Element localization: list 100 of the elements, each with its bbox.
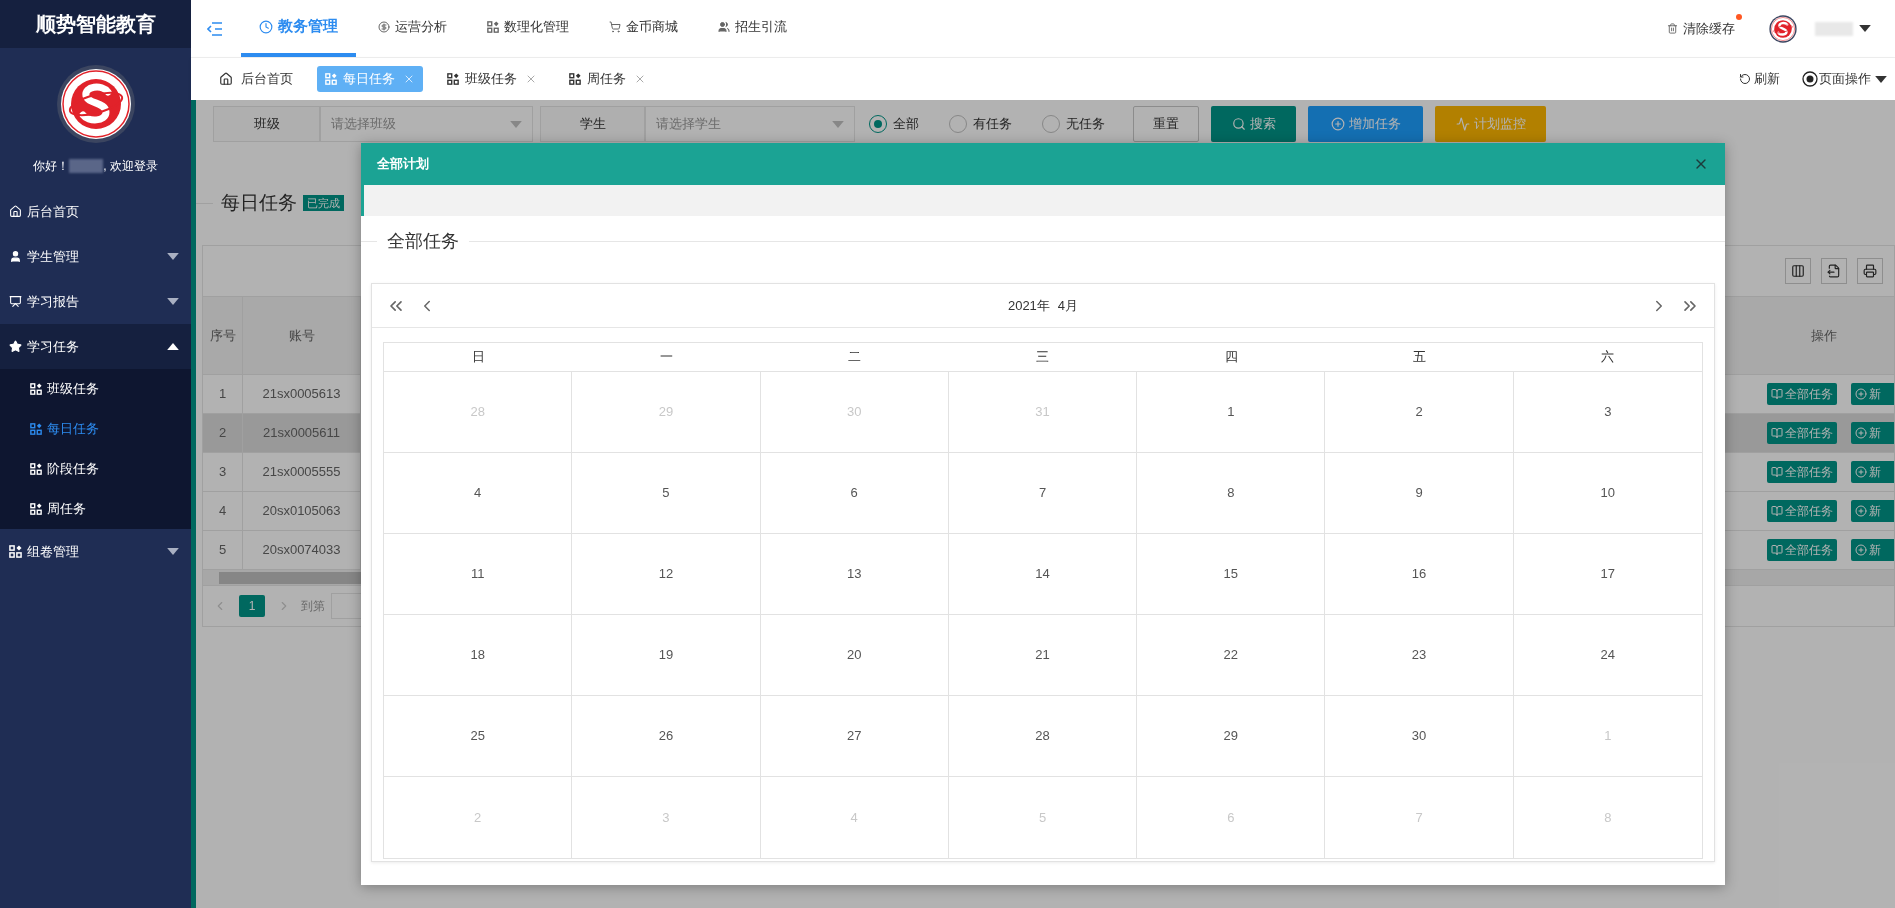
close-icon[interactable] [634, 73, 646, 85]
target-icon [1802, 71, 1818, 87]
submenu-item[interactable]: 班级任务 [0, 369, 191, 409]
calendar-day[interactable]: 12 [572, 534, 761, 614]
nav-tab[interactable]: 数理化管理 [469, 0, 587, 57]
table-cell: 5 [203, 531, 243, 569]
book-icon [1771, 427, 1783, 439]
pulse-icon [1455, 117, 1470, 131]
grid-icon [325, 73, 337, 85]
table-cell: 1 [203, 375, 243, 413]
table-cell: 2 [203, 414, 243, 452]
trash-icon [1667, 23, 1678, 34]
weekday-header: 三 [1035, 348, 1051, 367]
brand-title: 顺势智能教育 [0, 0, 191, 48]
calendar-day[interactable]: 29 [1137, 696, 1326, 776]
sidebar-item[interactable]: 学习报告 [0, 279, 191, 324]
calendar-month[interactable]: 4月 [1057, 295, 1079, 316]
weekday-header: 一 [658, 348, 674, 367]
filter-button[interactable]: 重置 [1133, 106, 1199, 142]
page-tab[interactable]: 班级任务 [439, 66, 545, 92]
page-tab[interactable]: 周任务 [561, 66, 654, 92]
sidebar-item[interactable]: 学习任务 [0, 324, 191, 369]
calendar-day[interactable]: 28 [948, 696, 1138, 776]
calendar-day[interactable]: 10 [1513, 453, 1702, 533]
redacted-name [69, 159, 104, 173]
calendar-day[interactable]: 16 [1325, 534, 1514, 614]
calendar-day[interactable]: 20 [760, 615, 949, 695]
column-header: 操作 [1810, 326, 1838, 345]
plus-icon [1330, 117, 1345, 131]
calendar-day[interactable]: 24 [1513, 615, 1702, 695]
sidebar-item[interactable]: 组卷管理 [0, 529, 191, 574]
calendar-year[interactable]: 2021年 [1007, 295, 1050, 316]
refresh-button[interactable]: 刷新 [1739, 69, 1780, 89]
greeting-text: , 欢迎登录 [103, 158, 158, 175]
weekday-header: 日 [470, 348, 486, 367]
export-button[interactable] [1821, 258, 1847, 284]
weekday-header: 二 [847, 348, 863, 367]
clear-cache-button[interactable]: 清除缓存 [1667, 0, 1745, 57]
weekday-header: 五 [1412, 348, 1428, 367]
calendar-day[interactable]: 23 [1325, 615, 1514, 695]
plus-icon [1855, 466, 1867, 478]
calendar-day[interactable]: 13 [760, 534, 949, 614]
caret-icon [1859, 25, 1871, 32]
page-tab[interactable]: 后台首页 [211, 66, 301, 92]
avatar-icon [1769, 14, 1797, 43]
user-icon [9, 250, 22, 263]
calendar-day[interactable]: 21 [948, 615, 1138, 695]
sidebar-item[interactable]: 学生管理 [0, 234, 191, 279]
calendar-day[interactable]: 25 [384, 696, 573, 776]
caret-icon [510, 120, 522, 128]
calendar-day[interactable]: 26 [572, 696, 761, 776]
calendar-day[interactable]: 30 [1325, 696, 1514, 776]
calendar-day[interactable]: 3 [1513, 372, 1702, 452]
submenu-item[interactable]: 每日任务 [0, 409, 191, 449]
calendar-day[interactable]: 5 [572, 453, 761, 533]
close-icon[interactable] [525, 73, 537, 85]
calendar-day[interactable]: 6 [760, 453, 949, 533]
grid-icon [9, 545, 22, 558]
calendar-day[interactable]: 18 [384, 615, 573, 695]
caret-icon [167, 548, 179, 555]
nav-tab[interactable]: 金币商城 [591, 0, 696, 57]
page-actions-button[interactable]: 页面操作 [1802, 69, 1887, 89]
radio-option[interactable]: 全部 [869, 106, 919, 142]
print-button[interactable] [1857, 258, 1883, 284]
book-icon [1771, 505, 1783, 517]
calendar-day[interactable]: 9 [1325, 453, 1514, 533]
calendar-day[interactable]: 4 [384, 453, 573, 533]
caret-icon [167, 298, 179, 305]
submenu-item[interactable]: 阶段任务 [0, 449, 191, 489]
nav-tab[interactable]: 招生引流 [700, 0, 805, 57]
calendar-day[interactable]: 11 [384, 534, 573, 614]
caret-icon [167, 253, 179, 260]
calendar-day[interactable]: 2 [1325, 372, 1514, 452]
refresh-icon [1739, 73, 1751, 85]
logo-icon [55, 64, 136, 144]
calendar-day[interactable]: 15 [1137, 534, 1326, 614]
calendar-day[interactable]: 27 [760, 696, 949, 776]
star-icon [9, 340, 22, 353]
book-icon [1771, 544, 1783, 556]
calendar-day[interactable]: 7 [948, 453, 1138, 533]
modal-title: 全部计划 [377, 155, 430, 174]
calendar-day[interactable]: 8 [1137, 453, 1326, 533]
grid-icon [447, 73, 459, 85]
weekday-header: 六 [1600, 348, 1616, 367]
calendar-day[interactable]: 22 [1137, 615, 1326, 695]
radio-option[interactable]: 无任务 [1042, 106, 1105, 142]
home-icon [9, 205, 22, 218]
calendar-day[interactable]: 1 [1137, 372, 1326, 452]
book-icon [1771, 388, 1783, 400]
columns-button[interactable] [1785, 258, 1811, 284]
submenu-item[interactable]: 周任务 [0, 489, 191, 529]
nav-tab[interactable]: 运营分析 [360, 0, 465, 57]
calendar-day[interactable]: 14 [948, 534, 1138, 614]
calendar-day[interactable]: 17 [1513, 534, 1702, 614]
sidebar-item[interactable]: 后台首页 [0, 189, 191, 234]
radio-option[interactable]: 有任务 [949, 106, 1012, 142]
menu-icon[interactable] [207, 21, 223, 36]
grid-icon [30, 383, 42, 395]
calendar-day[interactable]: 19 [572, 615, 761, 695]
page-title: 每日任务 [221, 190, 297, 215]
